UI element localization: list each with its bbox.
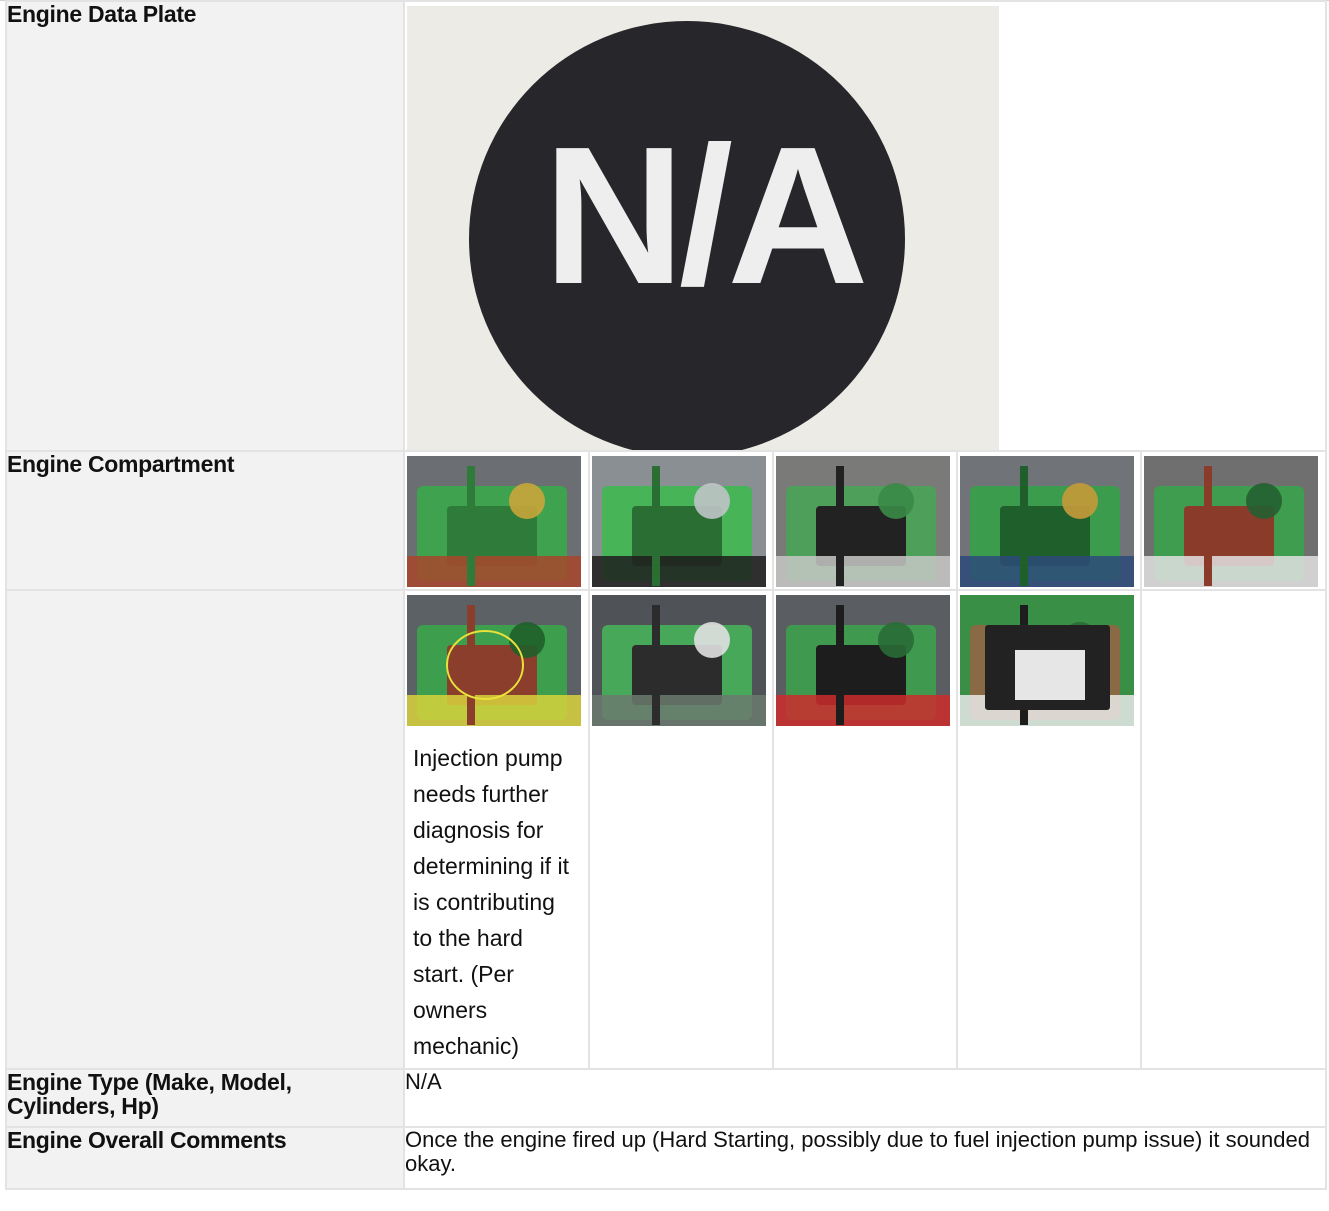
- overall-comments-label: Engine Overall Comments: [5, 1126, 405, 1190]
- compartment-photos-1: [403, 450, 1327, 591]
- engine-photo-thumbnail[interactable]: [1144, 456, 1318, 587]
- compartment-photos-2: Injection pump needs further diagnosis f…: [403, 589, 1327, 1070]
- engine-type-row: Engine Type (Make, Model, Cylinders, Hp)…: [5, 1068, 1327, 1128]
- empty-photo-slot: [1141, 591, 1325, 1068]
- engine-photo-thumbnail[interactable]: [960, 595, 1134, 726]
- engine-photo-thumbnail[interactable]: [592, 595, 766, 726]
- overall-comments-value: Once the engine fired up (Hard Starting,…: [403, 1126, 1327, 1190]
- compartment-row-1: Engine Compartment: [5, 450, 1327, 591]
- engine-type-label: Engine Type (Make, Model, Cylinders, Hp): [5, 1068, 405, 1128]
- compartment-label: Engine Compartment: [5, 450, 405, 591]
- data-plate-row: Engine Data Plate N/A: [5, 0, 1327, 452]
- na-plate-text: N/A: [543, 106, 869, 325]
- engine-photo-thumbnail[interactable]: [407, 456, 581, 587]
- na-placeholder-image[interactable]: N/A: [407, 6, 999, 450]
- compartment-row-2: Injection pump needs further diagnosis f…: [5, 589, 1327, 1070]
- engine-photo-thumbnail[interactable]: [776, 595, 950, 726]
- engine-type-value: N/A: [403, 1068, 1327, 1128]
- engine-photo-thumbnail[interactable]: [960, 456, 1134, 587]
- data-plate-value: N/A: [403, 0, 1327, 452]
- engine-photo-thumbnail[interactable]: [776, 456, 950, 587]
- engine-photo-thumbnail[interactable]: [592, 456, 766, 587]
- compartment-label-empty: [5, 589, 405, 1070]
- overall-comments-row: Engine Overall Comments Once the engine …: [5, 1126, 1327, 1190]
- engine-inspection-table: Engine Data Plate N/A Engine Compartment: [5, 0, 1327, 1190]
- photo-grid-row-1: [405, 452, 1325, 589]
- photo-caption: Injection pump needs further diagnosis f…: [413, 745, 569, 1059]
- data-plate-label: Engine Data Plate: [5, 0, 405, 452]
- engine-photo-thumbnail[interactable]: [407, 595, 581, 726]
- photo-grid-row-2: Injection pump needs further diagnosis f…: [405, 591, 1325, 1068]
